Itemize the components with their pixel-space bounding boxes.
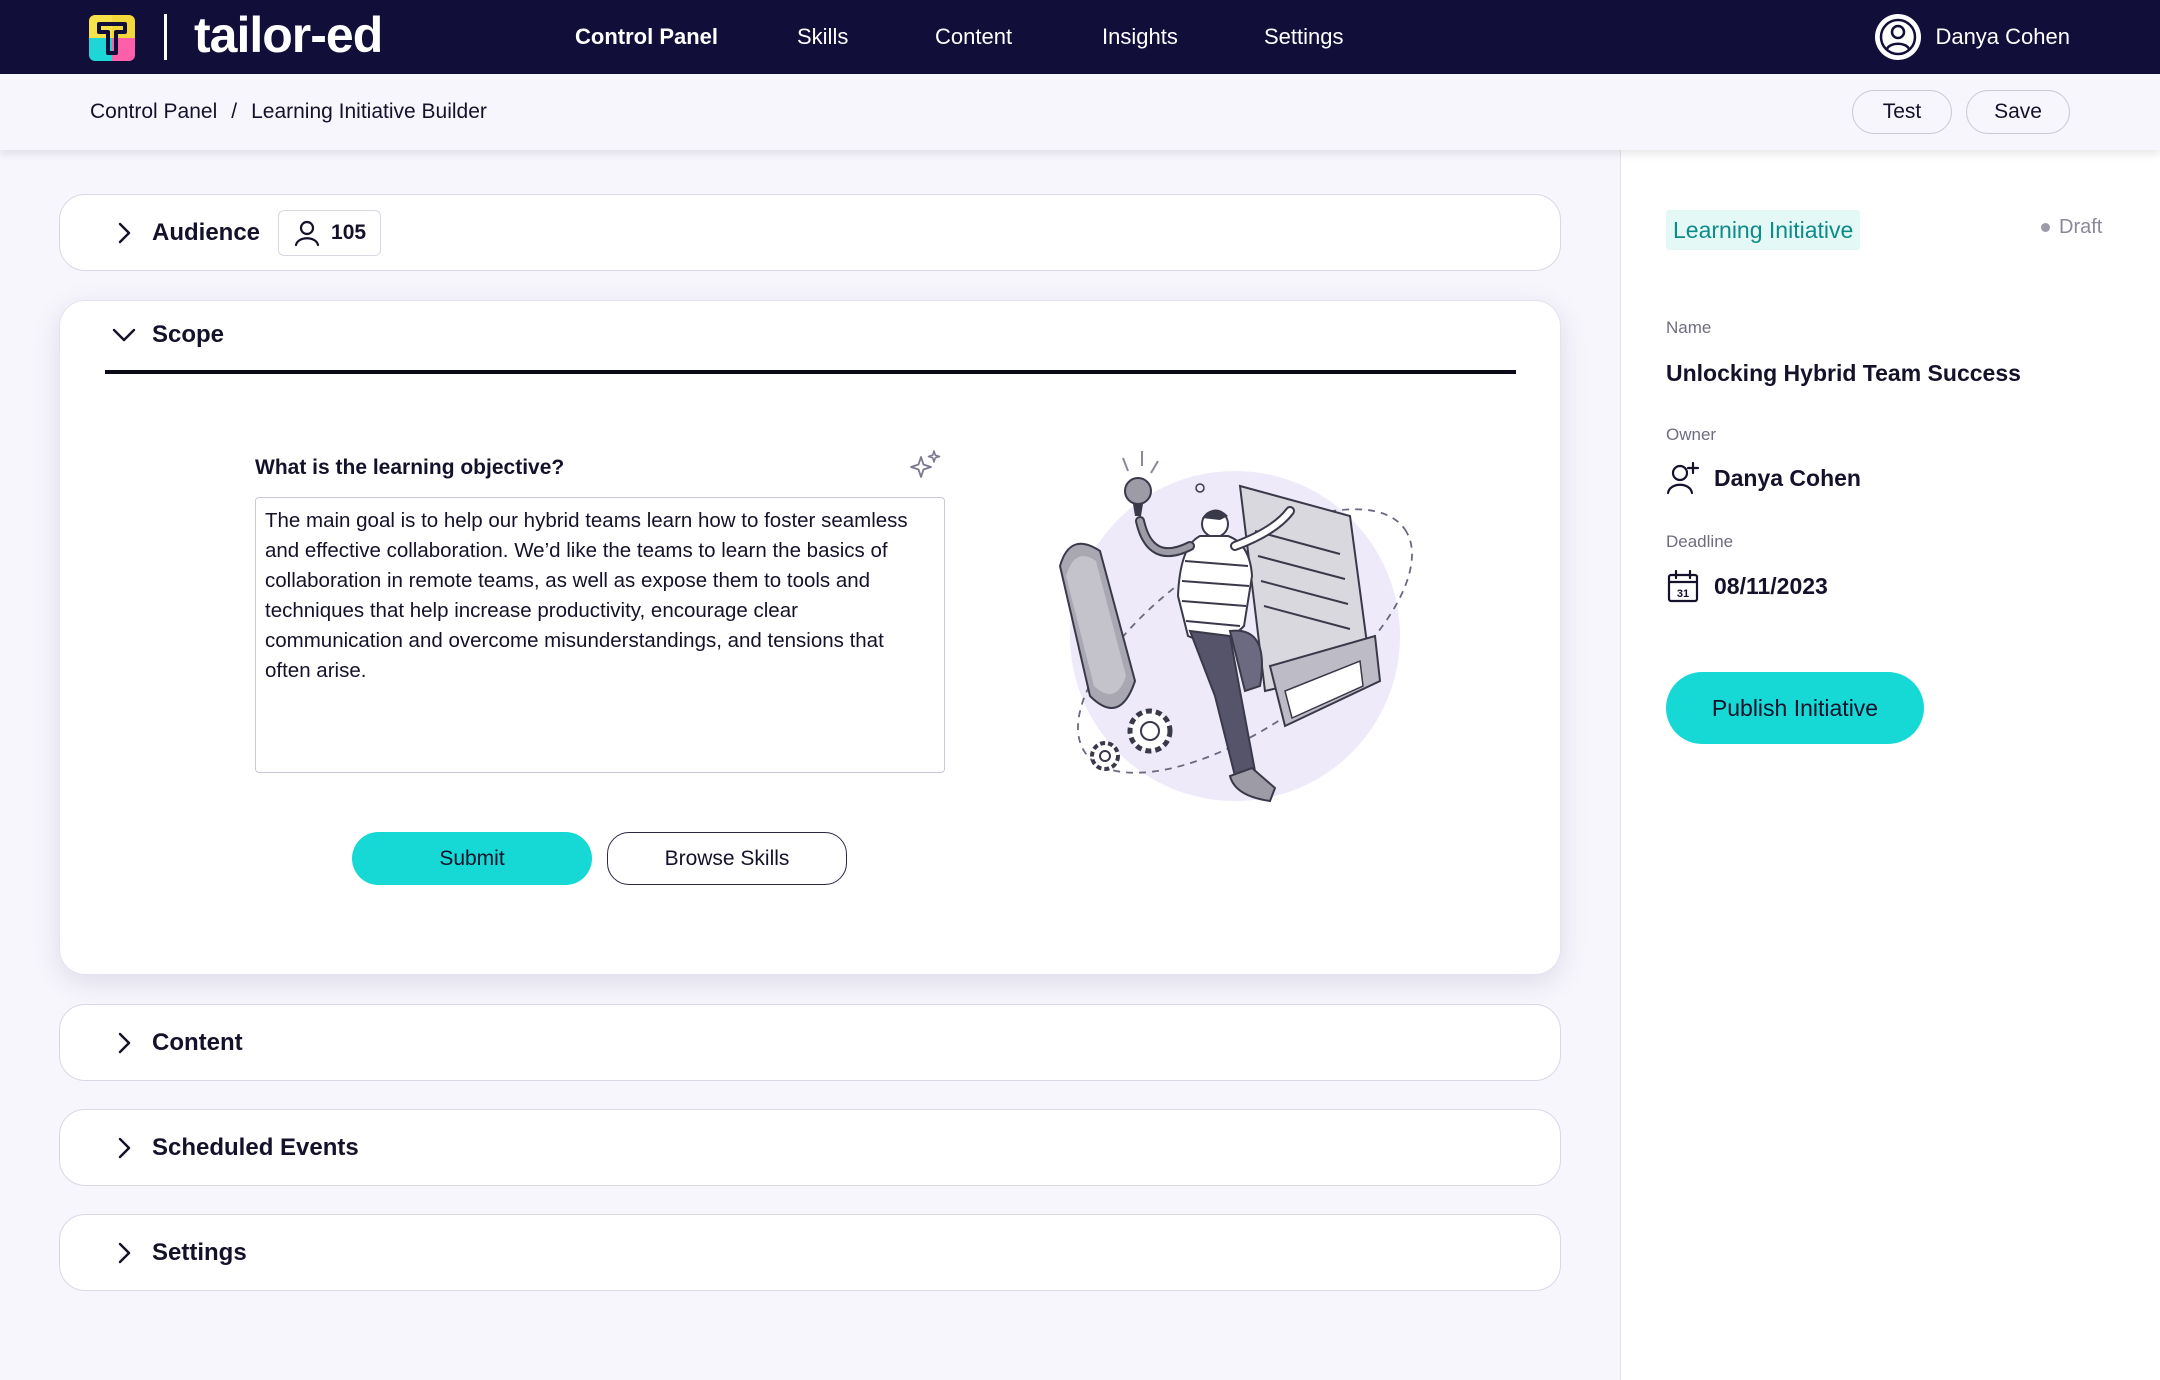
person-icon: [294, 220, 320, 247]
content-header[interactable]: Content: [112, 1029, 243, 1057]
nav-item-settings[interactable]: Settings: [1264, 0, 1344, 74]
user-avatar-icon: [1875, 14, 1922, 60]
scheduled-events-section[interactable]: Scheduled Events: [59, 1109, 1561, 1186]
scheduled-events-title: Scheduled Events: [152, 1134, 359, 1161]
learning-objective-textarea[interactable]: The main goal is to help our hybrid team…: [255, 497, 945, 773]
user-menu[interactable]: Danya Cohen: [1875, 13, 2070, 61]
browse-skills-button[interactable]: Browse Skills: [607, 832, 847, 885]
breadcrumb-separator: /: [231, 100, 238, 123]
top-nav-bar: tailor-ed Control Panel Skills Content I…: [0, 0, 2160, 74]
audience-count-badge[interactable]: 105: [278, 210, 382, 256]
audience-title: Audience: [152, 219, 261, 246]
submit-button[interactable]: Submit: [352, 832, 592, 885]
initiative-details-panel: Learning Initiative Draft Name Unlocking…: [1620, 150, 2160, 1380]
audience-section[interactable]: Audience 105: [59, 194, 1561, 271]
initiative-type-chip: Learning Initiative: [1666, 210, 1861, 250]
deadline-field[interactable]: 31 08/11/2023: [1666, 569, 1828, 603]
status-dot: [2041, 223, 2050, 232]
status-text: Draft: [2059, 216, 2103, 238]
objective-question: What is the learning objective?: [255, 456, 565, 479]
calendar-day: 31: [1677, 588, 1689, 600]
nav-item-insights[interactable]: Insights: [1102, 0, 1178, 74]
breadcrumb: Control Panel / Learning Initiative Buil…: [90, 74, 487, 150]
chevron-right-icon: [118, 1242, 131, 1264]
owner-field[interactable]: Danya Cohen: [1666, 461, 1861, 495]
chevron-right-icon: [118, 222, 131, 244]
logo-mark-icon[interactable]: [89, 15, 135, 61]
nav-item-content[interactable]: Content: [935, 0, 1012, 74]
nav-item-skills[interactable]: Skills: [797, 0, 848, 74]
content-section[interactable]: Content: [59, 1004, 1561, 1081]
publish-initiative-button[interactable]: Publish Initiative: [1666, 672, 1924, 744]
audience-count: 105: [331, 221, 367, 244]
user-name: Danya Cohen: [1935, 24, 2070, 49]
chevron-right-icon: [118, 1032, 131, 1054]
deadline-date: 08/11/2023: [1714, 572, 1828, 599]
name-label: Name: [1666, 318, 1712, 337]
audience-header[interactable]: Audience 105: [112, 210, 382, 256]
settings-title: Settings: [152, 1239, 247, 1266]
owner-name: Danya Cohen: [1714, 464, 1861, 491]
test-button[interactable]: Test: [1852, 90, 1952, 134]
breadcrumb-bar: Control Panel / Learning Initiative Buil…: [0, 74, 2160, 150]
status-badge: Draft: [2041, 216, 2102, 239]
owner-label: Owner: [1666, 425, 1717, 444]
learning-illustration: [1058, 451, 1413, 803]
scope-divider: [105, 370, 1516, 374]
person-add-icon: [1666, 461, 1700, 495]
chevron-down-icon: [112, 328, 136, 342]
breadcrumb-current: Learning Initiative Builder: [251, 100, 487, 123]
deadline-label: Deadline: [1666, 532, 1734, 551]
scope-header[interactable]: Scope: [112, 321, 224, 349]
settings-section[interactable]: Settings: [59, 1214, 1561, 1291]
save-button[interactable]: Save: [1966, 90, 2070, 134]
calendar-icon: 31: [1667, 569, 1699, 603]
sparkle-icon[interactable]: [907, 449, 943, 485]
scope-title: Scope: [152, 321, 225, 348]
scheduled-events-header[interactable]: Scheduled Events: [112, 1134, 359, 1162]
chevron-right-icon: [118, 1137, 131, 1159]
settings-header[interactable]: Settings: [112, 1239, 247, 1267]
initiative-name[interactable]: Unlocking Hybrid Team Success: [1666, 360, 2021, 387]
brand-logo-text[interactable]: tailor-ed: [194, 6, 383, 64]
content-title: Content: [152, 1029, 243, 1056]
logo-divider: [164, 14, 167, 60]
scope-section: Scope What is the learning objective? Th…: [59, 300, 1561, 975]
nav-item-control-panel[interactable]: Control Panel: [575, 0, 718, 74]
breadcrumb-control-panel[interactable]: Control Panel: [90, 100, 217, 124]
